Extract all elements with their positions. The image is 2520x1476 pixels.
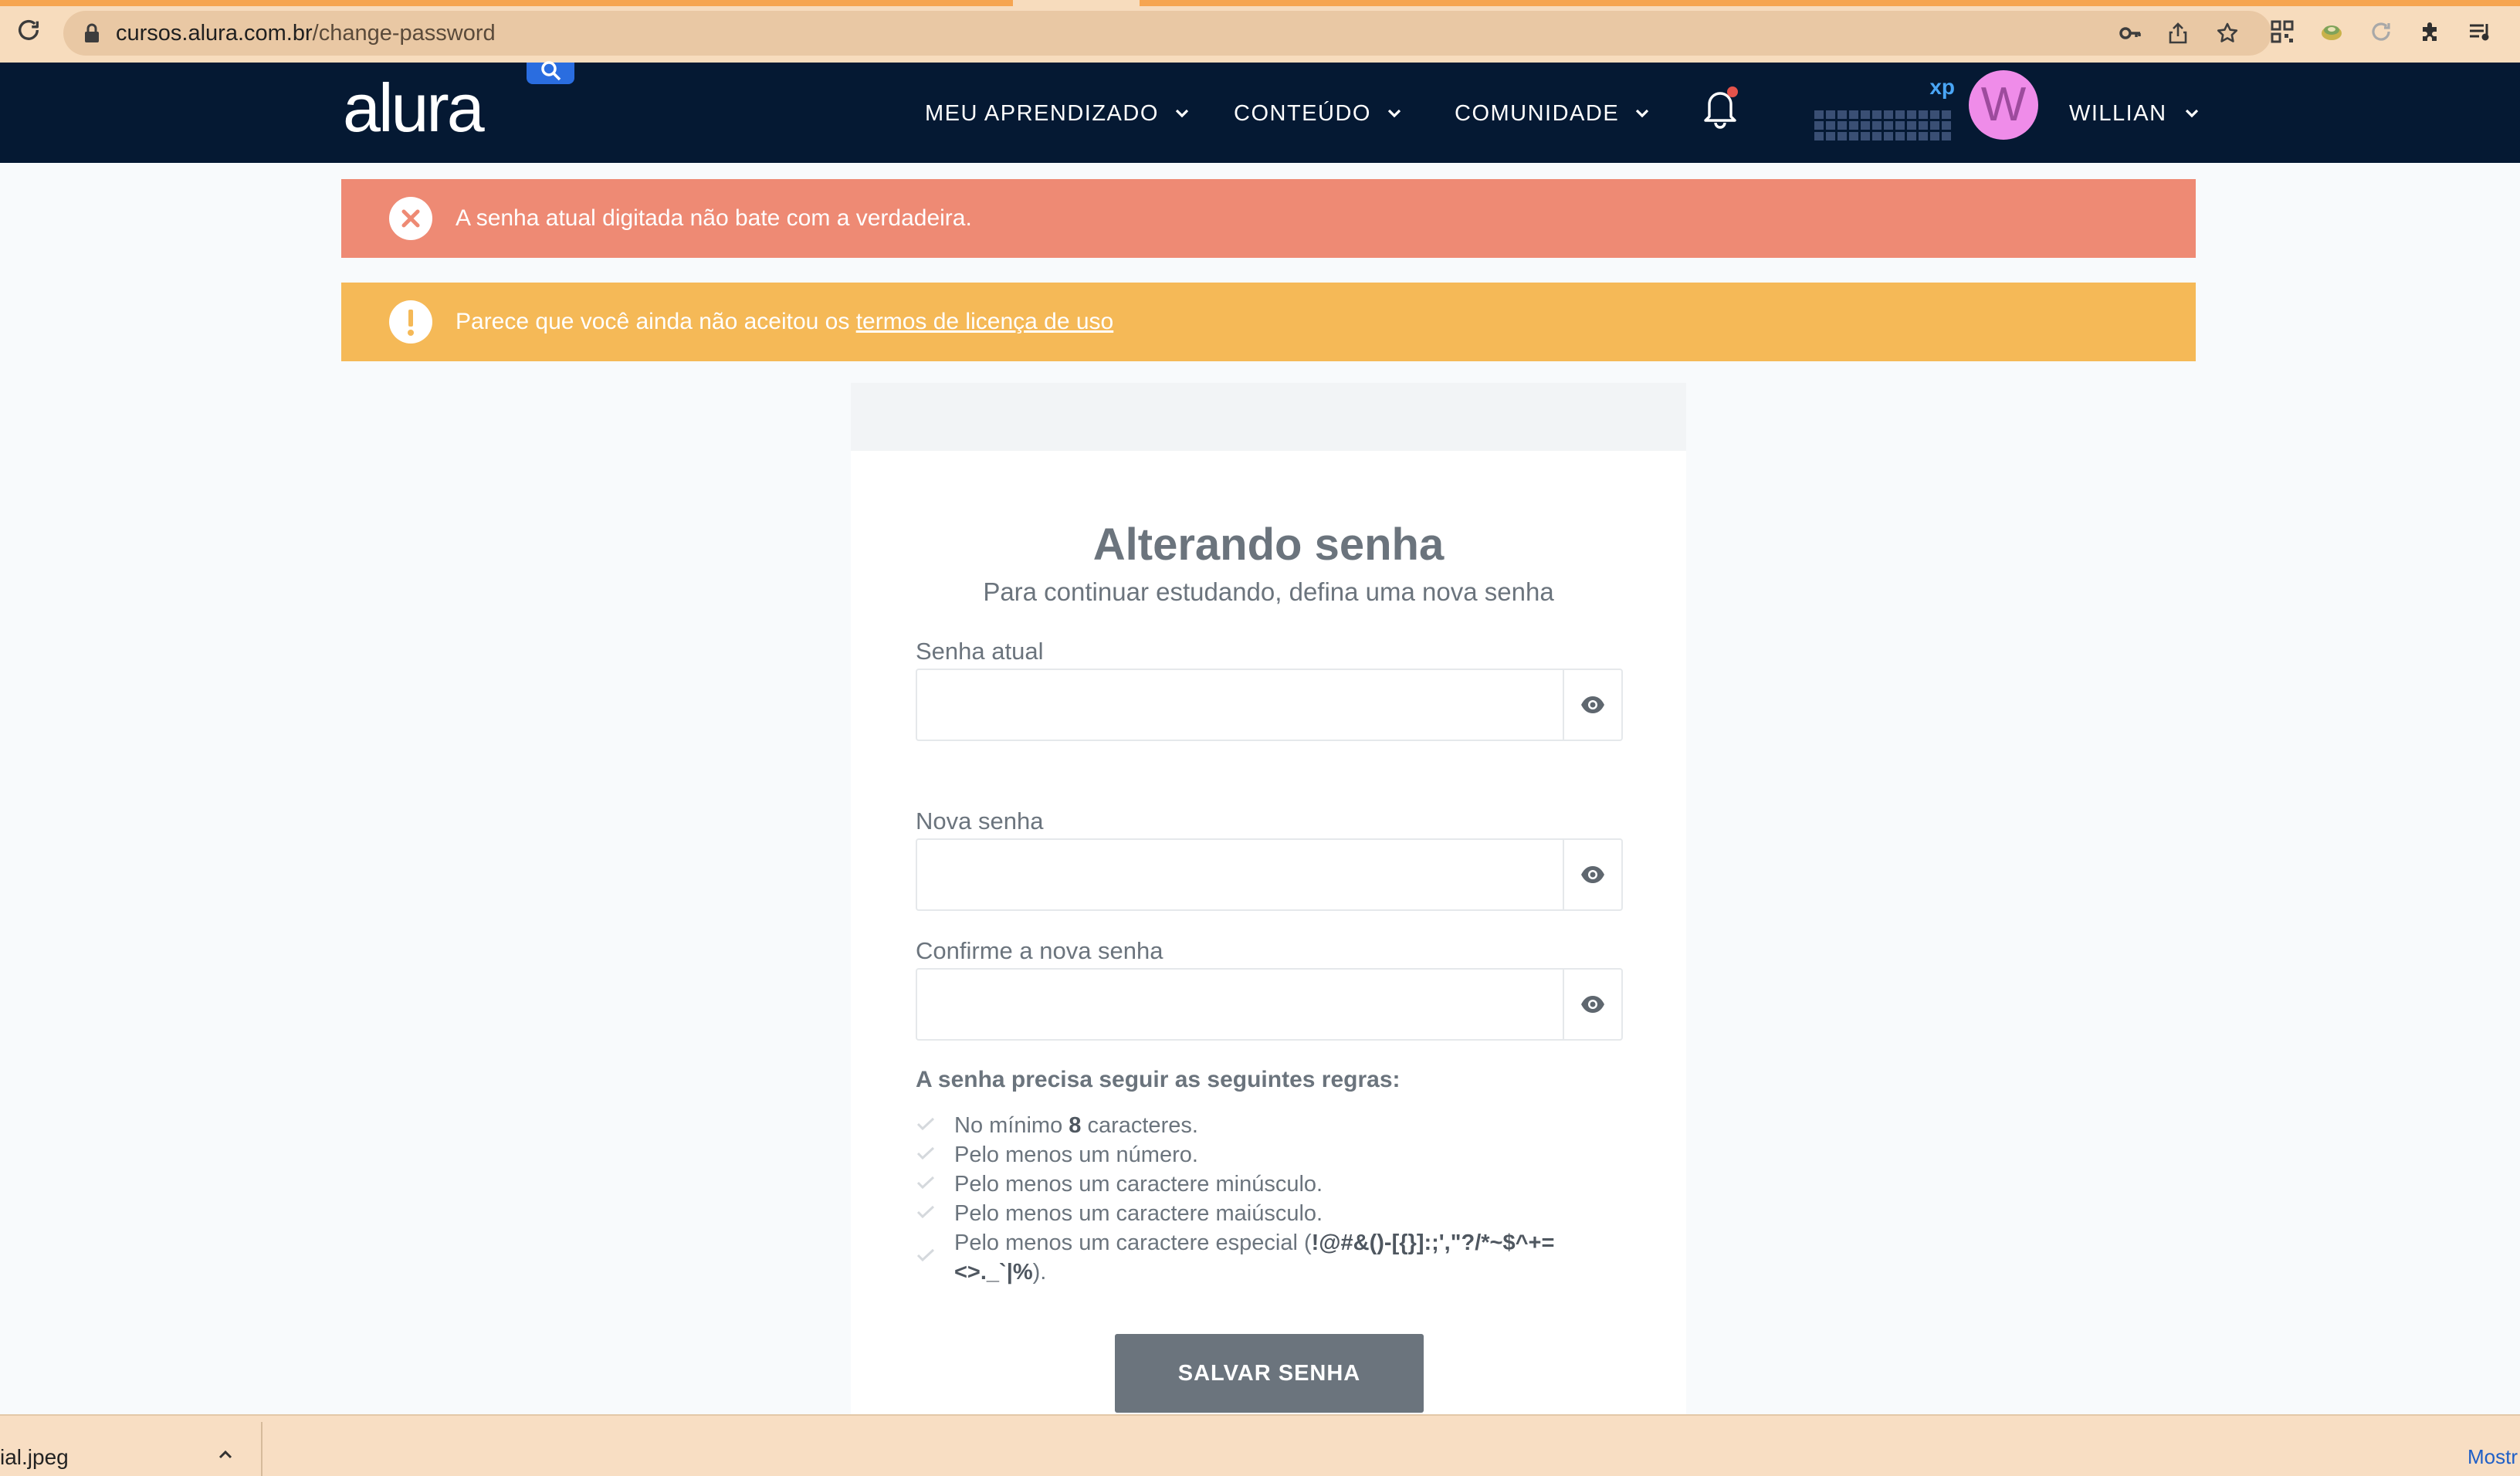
warning-alert: Parece que você ainda não aceitou os ter…	[341, 283, 2196, 361]
toggle-confirm-password-visibility[interactable]	[1563, 970, 1621, 1039]
reload-icon[interactable]	[15, 17, 42, 43]
lock-icon[interactable]	[83, 23, 100, 43]
new-password-label: Nova senha	[916, 807, 1044, 834]
eye-icon	[1581, 696, 1604, 713]
error-alert: A senha atual digitada não bate com a ve…	[341, 179, 2196, 258]
address-bar[interactable]: cursos.alura.com.br/change-password	[63, 11, 2271, 56]
user-menu[interactable]: WILLIAN	[2069, 90, 2201, 137]
confirm-password-field	[916, 968, 1623, 1041]
warning-message: Parece que você ainda não aceitou os ter…	[456, 309, 1114, 334]
browser-toolbar: cursos.alura.com.br/change-password	[0, 0, 2520, 63]
card-header-shade	[851, 383, 1686, 451]
show-all-downloads-link[interactable]: Mostr	[2468, 1445, 2518, 1469]
reading-list-icon[interactable]	[2468, 19, 2492, 44]
user-name: WILLIAN	[2069, 100, 2167, 126]
notification-bell-icon[interactable]	[1699, 84, 1742, 129]
refresh-extension-icon[interactable]	[2369, 19, 2393, 44]
divider	[261, 1422, 262, 1476]
chevron-up-icon[interactable]	[216, 1447, 235, 1462]
avatar[interactable]: W	[1969, 70, 2038, 140]
eye-icon	[1581, 866, 1604, 883]
eye-icon	[1581, 996, 1604, 1013]
page-subtitle: Para continuar estudando, defina uma nov…	[983, 577, 1554, 606]
download-file-name[interactable]: ial.jpeg	[0, 1445, 69, 1470]
confirm-password-label: Confirme a nova senha	[916, 937, 1163, 964]
current-password-field	[916, 669, 1623, 741]
error-message: A senha atual digitada não bate com a ve…	[456, 205, 972, 231]
nav-label: COMUNIDADE	[1455, 100, 1620, 126]
password-rules-title: A senha precisa seguir as seguintes regr…	[916, 1067, 1401, 1092]
confirm-password-input[interactable]	[917, 970, 1563, 1039]
change-password-card: Alterando senha Para continuar estudando…	[851, 451, 1686, 1414]
check-icon	[916, 1205, 935, 1219]
chevron-down-icon	[1636, 109, 1649, 118]
search-icon	[541, 61, 561, 81]
check-icon	[916, 1248, 935, 1262]
search-button[interactable]	[527, 61, 574, 84]
check-icon	[916, 1117, 935, 1131]
new-password-field	[916, 838, 1623, 911]
bookmark-star-icon[interactable]	[2216, 22, 2239, 45]
xp-activity-grid	[1814, 110, 1951, 140]
qr-code-icon[interactable]	[2270, 19, 2295, 44]
nav-comunidade[interactable]: COMUNIDADE	[1455, 90, 1651, 137]
warning-exclamation-icon	[389, 300, 432, 344]
site-header: alura MEU APRENDIZADO CONTEÚDO COMUNIDAD…	[0, 61, 2520, 163]
extension-app-icon[interactable]	[2319, 19, 2344, 44]
current-password-input[interactable]	[917, 670, 1563, 740]
url-text[interactable]: cursos.alura.com.br/change-password	[116, 21, 496, 46]
new-password-input[interactable]	[917, 840, 1563, 909]
xp-widget[interactable]: xp	[1814, 75, 1955, 152]
save-password-button[interactable]: SALVAR SENHA	[1115, 1334, 1424, 1413]
nav-meu-aprendizado[interactable]: MEU APRENDIZADO	[925, 90, 1191, 137]
nav-conteudo[interactable]: CONTEÚDO	[1234, 90, 1404, 137]
toggle-new-password-visibility[interactable]	[1563, 840, 1621, 909]
page-title: Alterando senha	[1092, 520, 1445, 570]
current-password-label: Senha atual	[916, 638, 1044, 665]
chevron-down-icon	[1387, 109, 1401, 118]
download-bar: ial.jpeg Mostr	[0, 1414, 2520, 1476]
error-x-icon	[389, 197, 432, 240]
tab-strip	[0, 0, 2520, 6]
nav-label: CONTEÚDO	[1234, 100, 1371, 126]
key-icon[interactable]	[2119, 22, 2142, 45]
check-icon	[916, 1176, 935, 1190]
extensions-puzzle-icon[interactable]	[2418, 19, 2443, 44]
xp-label: xp	[1929, 75, 1955, 99]
share-icon[interactable]	[2166, 22, 2190, 45]
toggle-current-password-visibility[interactable]	[1563, 670, 1621, 740]
notification-dot	[1727, 86, 1738, 97]
chevron-down-icon	[2185, 109, 2198, 118]
nav-label: MEU APRENDIZADO	[925, 100, 1159, 126]
license-terms-link[interactable]: termos de licença de uso	[856, 309, 1114, 334]
check-icon	[916, 1146, 935, 1160]
alura-logo[interactable]: alura	[343, 69, 485, 147]
chevron-down-icon	[1175, 109, 1189, 118]
